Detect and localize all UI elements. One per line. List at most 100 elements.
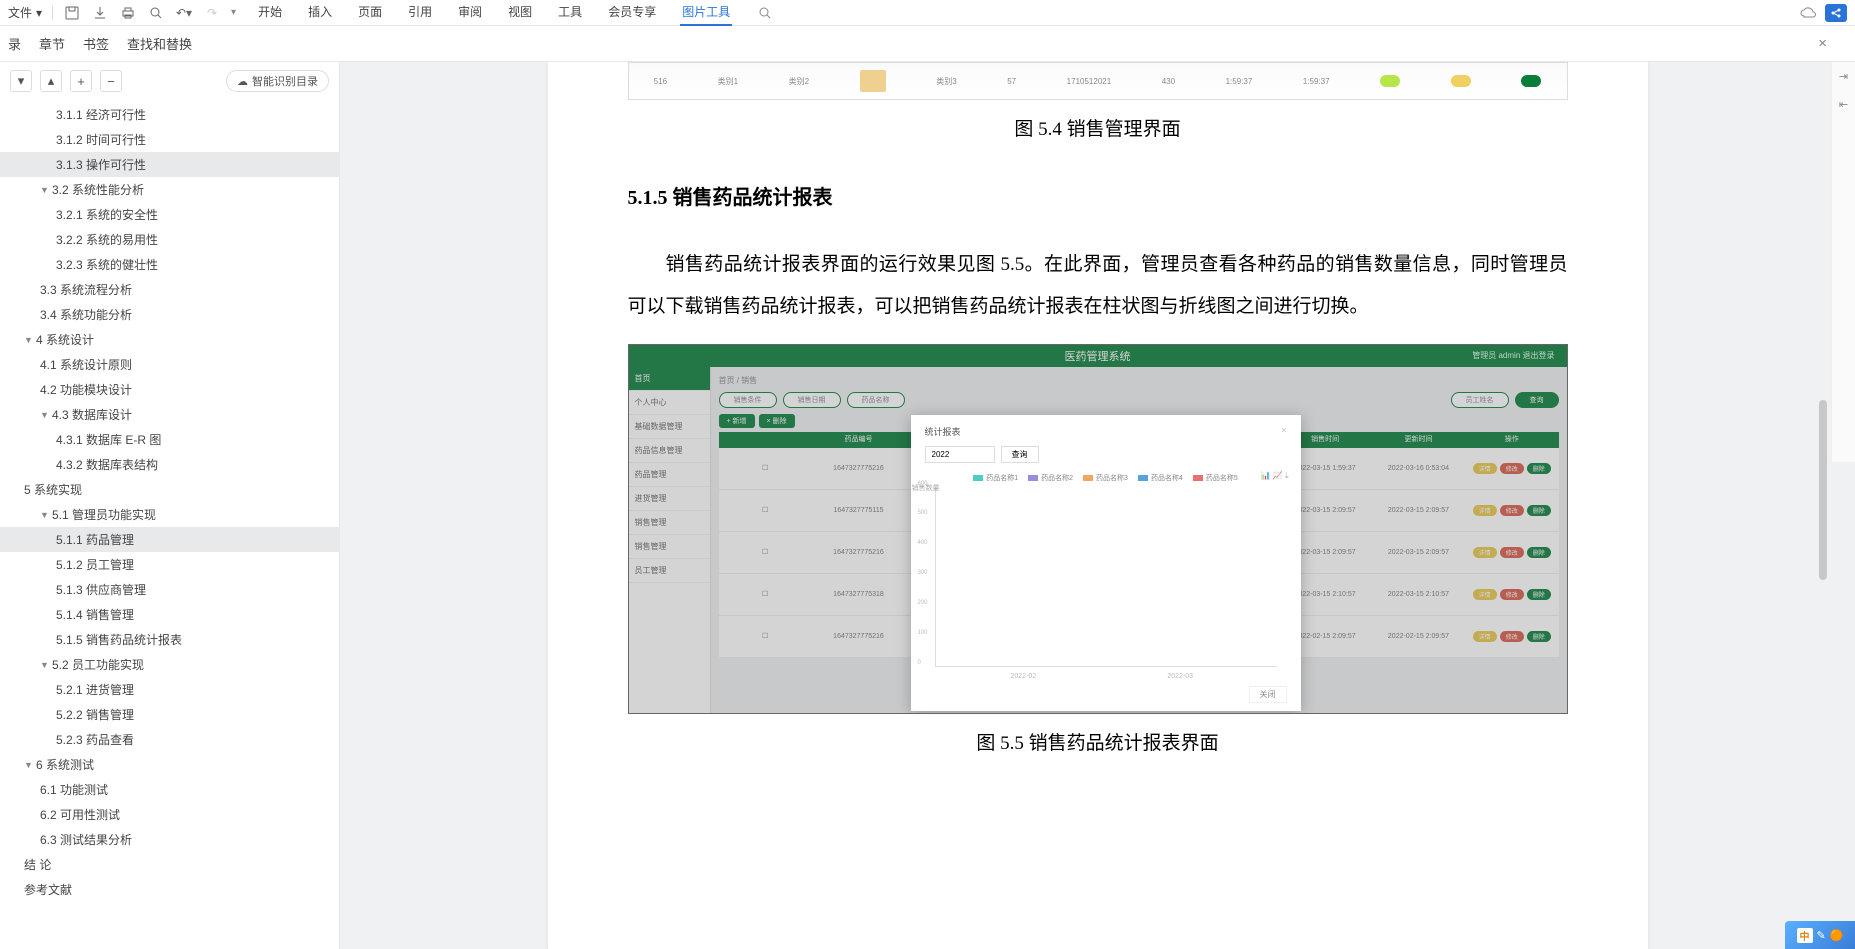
outline-item[interactable]: 5.1.2 员工管理 (0, 552, 339, 577)
navtab-catalog[interactable]: 录 (8, 34, 21, 53)
outline-item[interactable]: 3.1.2 时间可行性 (0, 127, 339, 152)
fig-op-button: 详情 (1473, 547, 1497, 558)
chevron-down-icon[interactable]: ▾ (231, 7, 236, 18)
ribbon-tab[interactable]: 页面 (356, 0, 384, 26)
ribbon-tab[interactable]: 审阅 (456, 0, 484, 26)
outline-tree[interactable]: 3.1.1 经济可行性3.1.2 时间可行性3.1.3 操作可行性▼3.2 系统… (0, 100, 339, 949)
legend-item: 药品名称4 (1138, 473, 1183, 483)
chevron-down-icon: ▼ (40, 660, 50, 670)
outline-item[interactable]: 5.2.3 药品查看 (0, 727, 339, 752)
ribbon-tab[interactable]: 工具 (556, 0, 584, 26)
vertical-scrollbar-thumb[interactable] (1819, 400, 1827, 580)
document-viewport[interactable]: 516类别1类别2类别35717105120214301:59:371:59:3… (340, 62, 1855, 949)
smart-outline-button[interactable]: ☁ 智能识别目录 (226, 70, 329, 92)
outline-remove-button[interactable]: − (100, 70, 122, 92)
cloud-sync-icon[interactable] (1799, 4, 1817, 22)
search-icon[interactable] (756, 4, 774, 22)
file-menu[interactable]: 文件 ▾ (8, 4, 42, 21)
outline-item[interactable]: 5.2.1 进货管理 (0, 677, 339, 702)
outline-item[interactable]: 3.2.2 系统的易用性 (0, 227, 339, 252)
collapse-icon[interactable]: ⇤ (1832, 90, 1855, 118)
chevron-down-icon: ▼ (40, 410, 50, 420)
outline-item[interactable]: 5.1.4 销售管理 (0, 602, 339, 627)
fig-th: 更新时间 (1372, 432, 1465, 448)
chevron-down-icon: ▾ (36, 6, 42, 20)
outline-item[interactable]: 参考文献 (0, 877, 339, 902)
ribbon-tabs: 开始插入页面引用审阅视图工具会员专享图片工具 (256, 0, 732, 26)
share-button[interactable] (1825, 4, 1847, 22)
ribbon-tab[interactable]: 引用 (406, 0, 434, 26)
navtab-find[interactable]: 查找和替换 (127, 34, 192, 53)
fig-op-button: 删除 (1527, 589, 1551, 600)
outline-item[interactable]: ▼5.1 管理员功能实现 (0, 502, 339, 527)
outline-item[interactable]: 4.1 系统设计原则 (0, 352, 339, 377)
outline-item-label: 5 系统实现 (24, 481, 82, 498)
ribbon-tab[interactable]: 视图 (506, 0, 534, 26)
fig-op-button: 修改 (1500, 505, 1524, 516)
ribbon-tab[interactable]: 插入 (306, 0, 334, 26)
outline-item[interactable]: 3.4 系统功能分析 (0, 302, 339, 327)
fig-side-item: 首页 (629, 367, 710, 391)
legend-item: 药品名称3 (1083, 473, 1128, 483)
outline-item[interactable]: 3.3 系统流程分析 (0, 277, 339, 302)
badge-icon (1521, 75, 1541, 87)
ime-indicator[interactable]: 中 ✎ 🟠 (1785, 921, 1855, 949)
outline-item[interactable]: 4.2 功能模块设计 (0, 377, 339, 402)
preview-icon[interactable] (147, 4, 165, 22)
outline-item[interactable]: ▼5.2 员工功能实现 (0, 652, 339, 677)
outline-item[interactable]: 5 系统实现 (0, 477, 339, 502)
outline-item[interactable]: 6.3 测试结果分析 (0, 827, 339, 852)
outline-item[interactable]: 5.2.2 销售管理 (0, 702, 339, 727)
close-navpane-icon[interactable]: × (1818, 35, 1827, 52)
outline-add-button[interactable]: + (70, 70, 92, 92)
outline-collapse-button[interactable]: ▾ (10, 70, 32, 92)
outline-item-label: 参考文献 (24, 881, 72, 898)
ribbon-tab[interactable]: 开始 (256, 0, 284, 26)
outline-item[interactable]: 4.3.2 数据库表结构 (0, 452, 339, 477)
outline-item[interactable]: 3.1.1 经济可行性 (0, 102, 339, 127)
save-icon[interactable] (63, 4, 81, 22)
outline-item-label: 3.1.2 时间可行性 (56, 131, 146, 148)
y-tick: 200 (918, 600, 928, 606)
fig-chart-modal: 统计报表 × 查询 药品名称1 药品名称2 药品名称3 (911, 415, 1301, 711)
outline-item[interactable]: 5.1.5 销售药品统计报表 (0, 627, 339, 652)
outline-item[interactable]: ▼4 系统设计 (0, 327, 339, 352)
outline-item[interactable]: 5.1.3 供应商管理 (0, 577, 339, 602)
chevron-down-icon: ▼ (40, 510, 50, 520)
fig-content: 首页 / 销售 销售条件 销售日期 药品名称 员工姓名 查询 + 新增 × 删除 (711, 367, 1567, 713)
outline-item[interactable]: 6.2 可用性测试 (0, 802, 339, 827)
fig-search-button: 查询 (1515, 392, 1559, 408)
export-icon[interactable] (91, 4, 109, 22)
outline-item-label: 3.3 系统流程分析 (40, 281, 132, 298)
outline-item-label: 3.1.1 经济可行性 (56, 106, 146, 123)
outline-expand-button[interactable]: ▴ (40, 70, 62, 92)
outline-item-label: 3.2 系统性能分析 (52, 181, 144, 198)
undo-icon[interactable]: ↶▾ (175, 4, 193, 22)
fig-filter-chip: 销售日期 (783, 392, 841, 408)
expand-icon[interactable]: ⇥ (1832, 62, 1855, 90)
fig-side-item: 进货管理 (629, 487, 710, 511)
outline-item[interactable]: 3.2.3 系统的健壮性 (0, 252, 339, 277)
outline-item[interactable]: 5.1.1 药品管理 (0, 527, 339, 552)
ribbon-tab[interactable]: 图片工具 (680, 0, 732, 26)
outline-item[interactable]: ▼6 系统测试 (0, 752, 339, 777)
outline-item[interactable]: 3.2.1 系统的安全性 (0, 202, 339, 227)
y-tick: 600 (918, 481, 928, 487)
outline-item[interactable]: 3.1.3 操作可行性 (0, 152, 339, 177)
print-icon[interactable] (119, 4, 137, 22)
redo-icon[interactable]: ↷ (203, 4, 221, 22)
outline-item-label: 5.1.2 员工管理 (56, 556, 134, 573)
outline-item[interactable]: 6.1 功能测试 (0, 777, 339, 802)
close-icon: × (1281, 425, 1286, 438)
outline-item[interactable]: ▼3.2 系统性能分析 (0, 177, 339, 202)
ribbon-tab[interactable]: 会员专享 (606, 0, 658, 26)
outline-item[interactable]: 结 论 (0, 852, 339, 877)
navtab-bookmark[interactable]: 书签 (83, 34, 109, 53)
navtab-chapter[interactable]: 章节 (39, 34, 65, 53)
fig-modal-search: 查询 (925, 446, 1287, 463)
outline-item[interactable]: 4.3.1 数据库 E-R 图 (0, 427, 339, 452)
fig-year-input (925, 446, 995, 463)
outline-item-label: 5.1.3 供应商管理 (56, 581, 146, 598)
outline-item[interactable]: ▼4.3 数据库设计 (0, 402, 339, 427)
badge-icon (1451, 75, 1471, 87)
